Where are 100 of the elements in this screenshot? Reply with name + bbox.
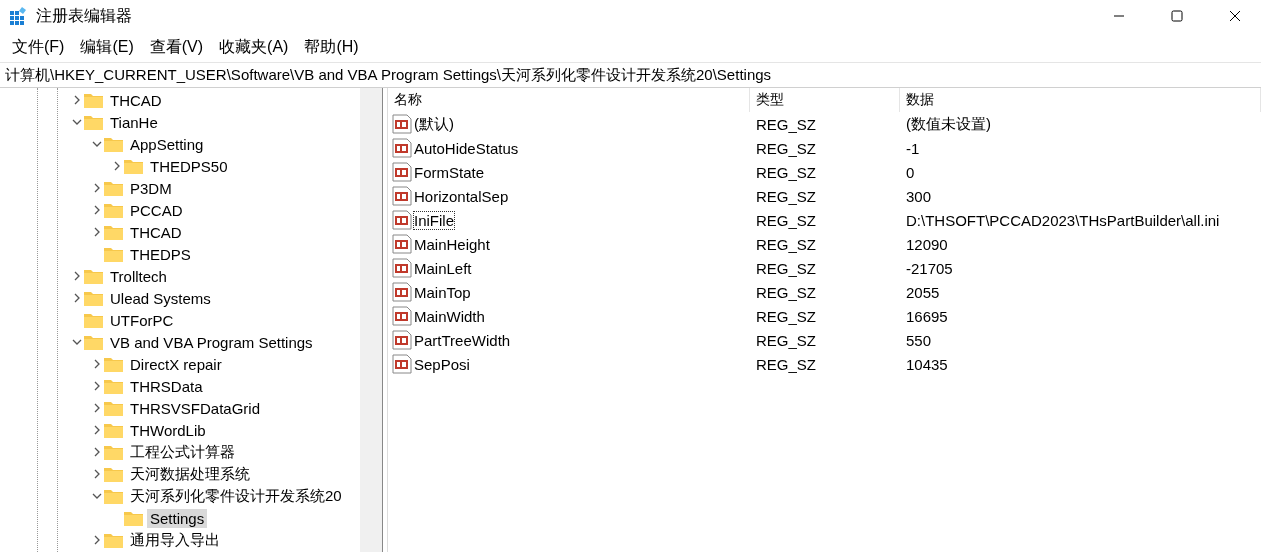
- tree-item[interactable]: 通用导入导出: [127, 529, 223, 551]
- menu-item[interactable]: 收藏夹(A): [211, 36, 297, 58]
- folder-icon: [104, 180, 123, 196]
- folder-icon: [104, 224, 123, 240]
- tree-item[interactable]: 天河数据处理系统: [127, 463, 253, 485]
- string-value-icon: [392, 138, 412, 158]
- menu-item[interactable]: 编辑(E): [72, 36, 142, 58]
- tree-item[interactable]: Trolltech: [107, 266, 170, 286]
- table-cell-text: 16695: [905, 307, 949, 325]
- tree-item[interactable]: Ulead Systems: [107, 288, 214, 308]
- tree-item[interactable]: DirectX repair: [127, 354, 225, 374]
- table-cell-text: REG_SZ: [755, 355, 817, 373]
- table-cell-text: REG_SZ: [755, 211, 817, 229]
- tree-item[interactable]: P3DM: [127, 178, 175, 198]
- table-cell-text: 300: [905, 187, 933, 205]
- string-value-icon: [392, 162, 412, 182]
- value-name[interactable]: PartTreeWidth: [414, 331, 511, 349]
- tree-item[interactable]: UTForPC: [107, 310, 177, 330]
- folder-icon: [104, 488, 123, 504]
- table-cell-text: (数值未设置): [905, 114, 992, 134]
- folder-icon: [84, 114, 103, 130]
- value-name[interactable]: FormState: [414, 163, 485, 181]
- column-header[interactable]: 数据: [900, 88, 1261, 112]
- folder-icon: [104, 422, 123, 438]
- tree-item[interactable]: VB and VBA Program Settings: [107, 332, 316, 352]
- folder-icon: [104, 136, 123, 152]
- folder-icon: [104, 400, 123, 416]
- tree-item[interactable]: 工程公式计算器: [127, 441, 238, 463]
- string-value-icon: [392, 306, 412, 326]
- tree-item[interactable]: THWordLib: [127, 420, 209, 440]
- value-name[interactable]: IniFile: [414, 211, 454, 229]
- table-cell-text: 10435: [905, 355, 949, 373]
- folder-icon: [84, 92, 103, 108]
- value-name[interactable]: MainWidth: [414, 307, 485, 325]
- folder-icon: [124, 158, 143, 174]
- table-cell-text: REG_SZ: [755, 331, 817, 349]
- registry-app-icon: [10, 7, 28, 25]
- column-header[interactable]: 类型: [750, 88, 900, 112]
- folder-icon: [104, 532, 123, 548]
- folder-icon: [104, 356, 123, 372]
- table-cell-text: -1: [905, 139, 921, 157]
- column-header[interactable]: 名称: [388, 88, 750, 112]
- table-cell-text: 0: [905, 163, 916, 181]
- table-cell-text: REG_SZ: [755, 139, 817, 157]
- folder-icon: [84, 334, 103, 350]
- tree-item[interactable]: AppSetting: [127, 134, 207, 154]
- address-bar[interactable]: 计算机\HKEY_CURRENT_USER\Software\VB and VBA Program Settings\天河系列化零件设计开发系统20\Settings: [0, 62, 1261, 88]
- string-value-icon: [392, 186, 412, 206]
- maximize-icon: [1171, 10, 1183, 22]
- folder-icon: [104, 202, 123, 218]
- string-value-icon: [392, 330, 412, 350]
- folder-icon: [84, 290, 103, 306]
- table-cell-text: -21705: [905, 259, 954, 277]
- table-cell-text: REG_SZ: [755, 187, 817, 205]
- table-cell-text: D:\THSOFT\PCCAD2023\THsPartBuilder\all.ini: [905, 211, 1221, 229]
- folder-icon: [84, 268, 103, 284]
- value-name[interactable]: MainLeft: [414, 259, 472, 277]
- window-title: 注册表编辑器: [36, 5, 133, 26]
- table-cell-text: REG_SZ: [755, 307, 817, 325]
- scrollbar[interactable]: [360, 88, 383, 552]
- value-name[interactable]: MainTop: [414, 283, 471, 301]
- string-value-icon: [392, 282, 412, 302]
- table-cell-text: 550: [905, 331, 933, 349]
- table-cell-text: REG_SZ: [755, 115, 817, 133]
- string-value-icon: [392, 354, 412, 374]
- folder-icon: [104, 444, 123, 460]
- string-value-icon: [392, 234, 412, 254]
- folder-icon: [104, 378, 123, 394]
- value-name[interactable]: HorizontalSep: [414, 187, 509, 205]
- value-name[interactable]: SepPosi: [414, 355, 470, 373]
- string-value-icon: [392, 210, 412, 230]
- table-cell-text: 12090: [905, 235, 949, 253]
- value-name[interactable]: AutoHideStatus: [414, 139, 519, 157]
- table-cell-text: REG_SZ: [755, 259, 817, 277]
- tree-item[interactable]: TianHe: [107, 112, 161, 132]
- close-icon: [1229, 10, 1241, 22]
- folder-icon: [104, 246, 123, 262]
- tree-item[interactable]: THEDPS: [127, 244, 194, 264]
- tree-item[interactable]: THEDPS50: [147, 156, 231, 176]
- table-cell-text: REG_SZ: [755, 283, 817, 301]
- folder-icon: [104, 466, 123, 482]
- menu-item[interactable]: 文件(F): [4, 36, 73, 58]
- tree-item[interactable]: THCAD: [127, 222, 185, 242]
- folder-icon: [84, 312, 103, 328]
- table-cell-text: REG_SZ: [755, 163, 817, 181]
- table-cell-text: REG_SZ: [755, 235, 817, 253]
- tree-item[interactable]: 天河系列化零件设计开发系统20: [127, 485, 345, 507]
- tree-item[interactable]: THCAD: [107, 90, 165, 110]
- menu-item[interactable]: 帮助(H): [296, 36, 367, 58]
- value-name[interactable]: (默认): [414, 114, 454, 134]
- string-value-icon: [392, 114, 412, 134]
- string-value-icon: [392, 258, 412, 278]
- tree-item[interactable]: THRSData: [127, 376, 206, 396]
- folder-icon: [124, 510, 143, 526]
- value-name[interactable]: MainHeight: [414, 235, 490, 253]
- tree-item[interactable]: Settings: [147, 508, 208, 528]
- tree-item[interactable]: PCCAD: [127, 200, 186, 220]
- table-cell-text: 2055: [905, 283, 941, 301]
- tree-item[interactable]: THRSVSFDataGrid: [127, 398, 264, 418]
- menu-item[interactable]: 查看(V): [141, 36, 212, 58]
